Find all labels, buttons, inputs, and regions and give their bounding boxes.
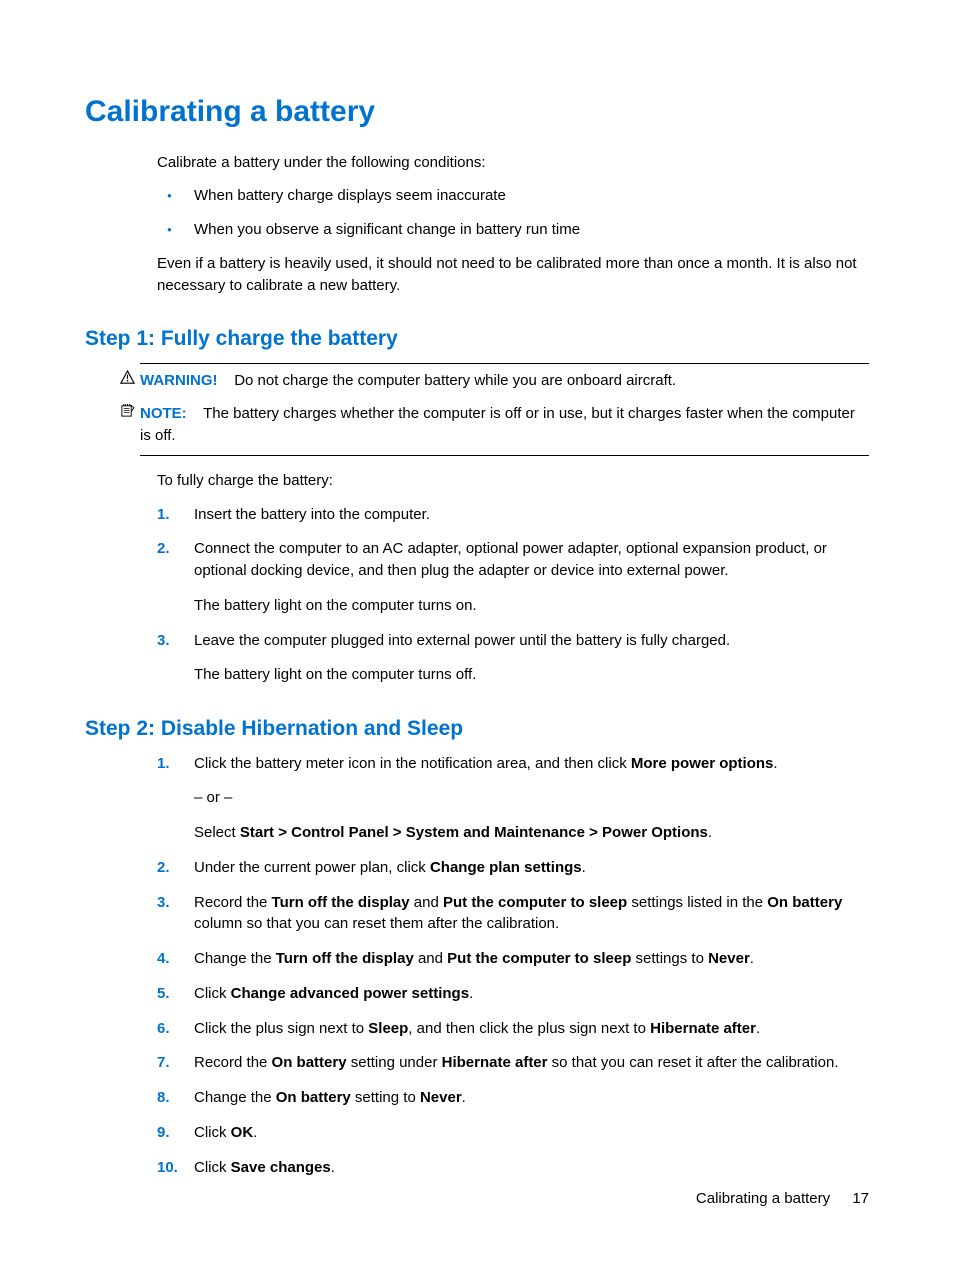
list-text: Click Change advanced power settings. (194, 985, 473, 1002)
warning-callout: WARNING! Do not charge the computer batt… (140, 363, 869, 398)
list-text: Click the battery meter icon in the noti… (194, 755, 778, 772)
list-item: 9. Click OK. (157, 1122, 869, 1144)
step1-heading: Step 1: Fully charge the battery (85, 324, 869, 354)
list-text: Click the plus sign next to Sleep, and t… (194, 1020, 760, 1037)
list-item: 1. Insert the battery into the computer. (157, 504, 869, 526)
bullet-item: When you observe a significant change in… (157, 219, 869, 241)
page-footer: Calibrating a battery 17 (696, 1188, 869, 1210)
intro-bullets: When battery charge displays seem inaccu… (157, 185, 869, 241)
list-subtext: – or – (194, 787, 869, 809)
list-number: 7. (157, 1052, 170, 1074)
footer-title: Calibrating a battery (696, 1190, 830, 1207)
step2-body: 1. Click the battery meter icon in the no… (157, 753, 869, 1179)
intro-lead: Calibrate a battery under the following … (157, 152, 869, 174)
list-number: 3. (157, 630, 170, 652)
note-text: The battery charges whether the computer… (140, 405, 855, 444)
list-text: Change the Turn off the display and Put … (194, 950, 754, 967)
list-number: 1. (157, 504, 170, 526)
list-number: 6. (157, 1018, 170, 1040)
bullet-item: When battery charge displays seem inaccu… (157, 185, 869, 207)
list-text: Change the On battery setting to Never. (194, 1089, 466, 1106)
list-item: 2. Connect the computer to an AC adapter,… (157, 538, 869, 616)
note-label: NOTE: (140, 405, 187, 422)
list-subtext: Select Start > Control Panel > System an… (194, 822, 869, 844)
note-icon (120, 403, 136, 419)
list-text: Click Save changes. (194, 1159, 335, 1176)
page-title: Calibrating a battery (85, 90, 869, 134)
list-subtext: The battery light on the computer turns … (194, 595, 869, 617)
intro-block: Calibrate a battery under the following … (157, 152, 869, 297)
warning-label: WARNING! (140, 372, 218, 389)
list-item: 2. Under the current power plan, click Ch… (157, 857, 869, 879)
list-text: Record the Turn off the display and Put … (194, 894, 842, 933)
list-number: 1. (157, 753, 170, 775)
warning-icon (120, 370, 136, 386)
list-text: Under the current power plan, click Chan… (194, 859, 586, 876)
document-page: Calibrating a battery Calibrate a batter… (0, 0, 954, 1270)
list-text: Click OK. (194, 1124, 257, 1141)
list-text: Insert the battery into the computer. (194, 506, 430, 523)
warning-text: Do not charge the computer battery while… (234, 372, 676, 389)
list-item: 4. Change the Turn off the display and Pu… (157, 948, 869, 970)
list-item: 1. Click the battery meter icon in the no… (157, 753, 869, 844)
list-number: 10. (157, 1157, 178, 1179)
list-item: 10. Click Save changes. (157, 1157, 869, 1179)
list-item: 3. Record the Turn off the display and Pu… (157, 892, 869, 936)
intro-after: Even if a battery is heavily used, it sh… (157, 253, 869, 297)
list-item: 8. Change the On battery setting to Never… (157, 1087, 869, 1109)
list-number: 2. (157, 538, 170, 560)
list-number: 2. (157, 857, 170, 879)
step1-list: 1. Insert the battery into the computer. 2… (157, 504, 869, 687)
step2-heading: Step 2: Disable Hibernation and Sleep (85, 714, 869, 744)
list-number: 9. (157, 1122, 170, 1144)
list-number: 3. (157, 892, 170, 914)
list-text: Leave the computer plugged into external… (194, 632, 730, 649)
step1-body: To fully charge the battery: 1. Insert th… (157, 470, 869, 686)
note-callout: NOTE: The battery charges whether the co… (140, 397, 869, 456)
list-text: Record the On battery setting under Hibe… (194, 1054, 839, 1071)
step2-list: 1. Click the battery meter icon in the no… (157, 753, 869, 1179)
step1-lead: To fully charge the battery: (157, 470, 869, 492)
list-item: 5. Click Change advanced power settings. (157, 983, 869, 1005)
list-number: 8. (157, 1087, 170, 1109)
list-item: 7. Record the On battery setting under Hi… (157, 1052, 869, 1074)
list-number: 4. (157, 948, 170, 970)
list-subtext: The battery light on the computer turns … (194, 664, 869, 686)
footer-page-number: 17 (852, 1190, 869, 1207)
list-item: 3. Leave the computer plugged into extern… (157, 630, 869, 687)
list-number: 5. (157, 983, 170, 1005)
list-text: Connect the computer to an AC adapter, o… (194, 540, 827, 579)
list-item: 6. Click the plus sign next to Sleep, and… (157, 1018, 869, 1040)
